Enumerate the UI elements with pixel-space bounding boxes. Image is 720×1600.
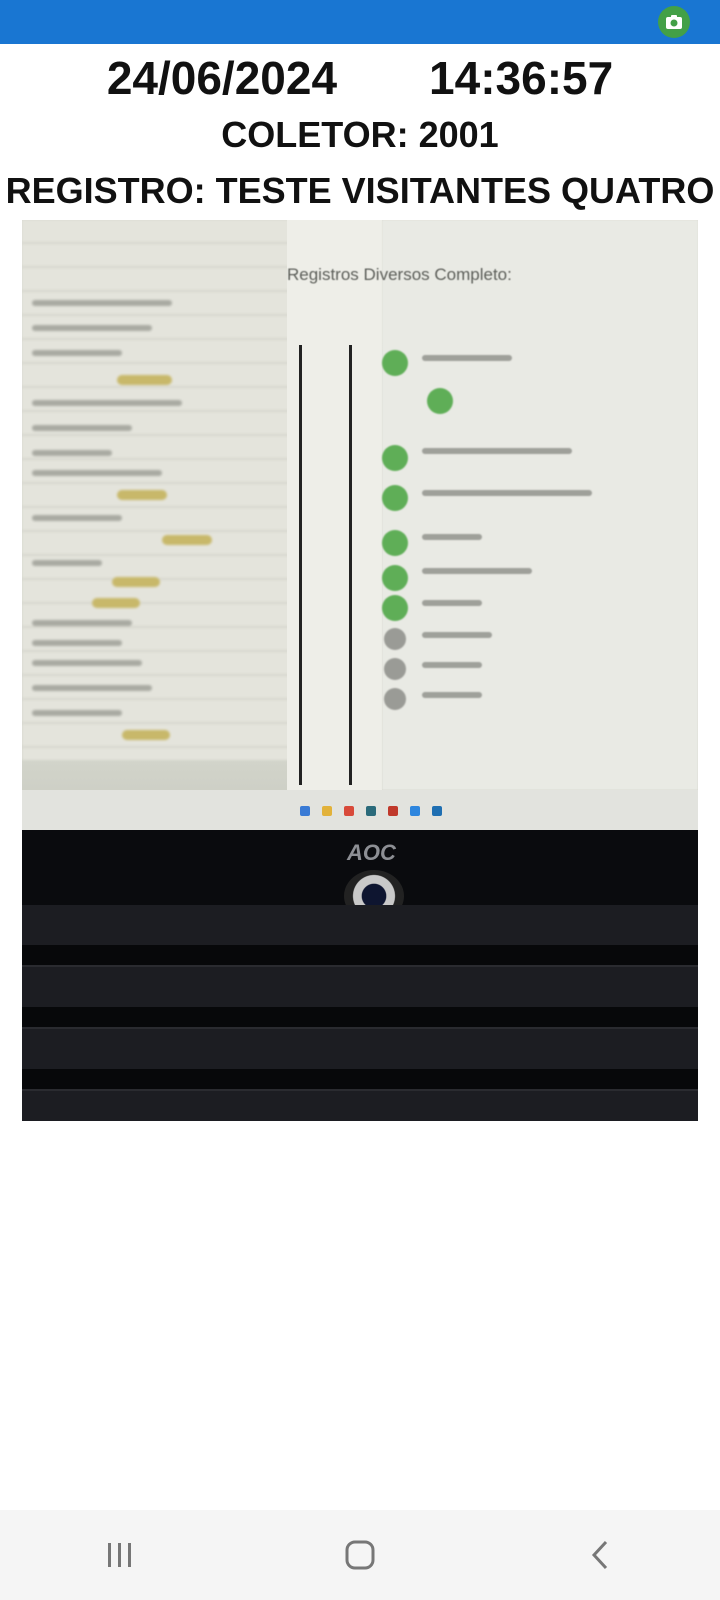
home-button[interactable]	[320, 1525, 400, 1585]
coletor-label: COLETOR: 2001	[221, 114, 499, 155]
photo-right-panel	[382, 220, 698, 790]
photo-left-panel	[22, 220, 290, 760]
recent-apps-icon	[108, 1543, 131, 1567]
camera-icon	[666, 15, 682, 29]
camera-button[interactable]	[658, 6, 690, 38]
back-button[interactable]	[560, 1525, 640, 1585]
datetime-row: 24/06/2024 14:36:57	[0, 48, 720, 108]
photo-brand-logo: AOC	[347, 840, 396, 865]
back-icon	[591, 1540, 608, 1570]
status-bar	[0, 0, 720, 44]
date-text: 24/06/2024	[106, 52, 338, 104]
photo-keyboard	[22, 905, 698, 1121]
home-icon	[345, 1540, 375, 1570]
photo-screen-heading: Registros Diversos Completo:	[287, 265, 512, 284]
registro-label: REGISTRO: TESTE VISITANTES QUATRO	[5, 170, 715, 211]
header: 24/06/2024 14:36:57 COLETOR: 2001 REGIST…	[0, 48, 720, 216]
time-text: 14:36:57	[429, 52, 614, 104]
recent-apps-button[interactable]	[80, 1525, 160, 1585]
photo-taskbar	[22, 790, 698, 830]
navigation-bar	[0, 1510, 720, 1600]
captured-photo: Registros Diversos Completo: AOC	[22, 220, 698, 1121]
photo-center-strip	[287, 220, 382, 790]
